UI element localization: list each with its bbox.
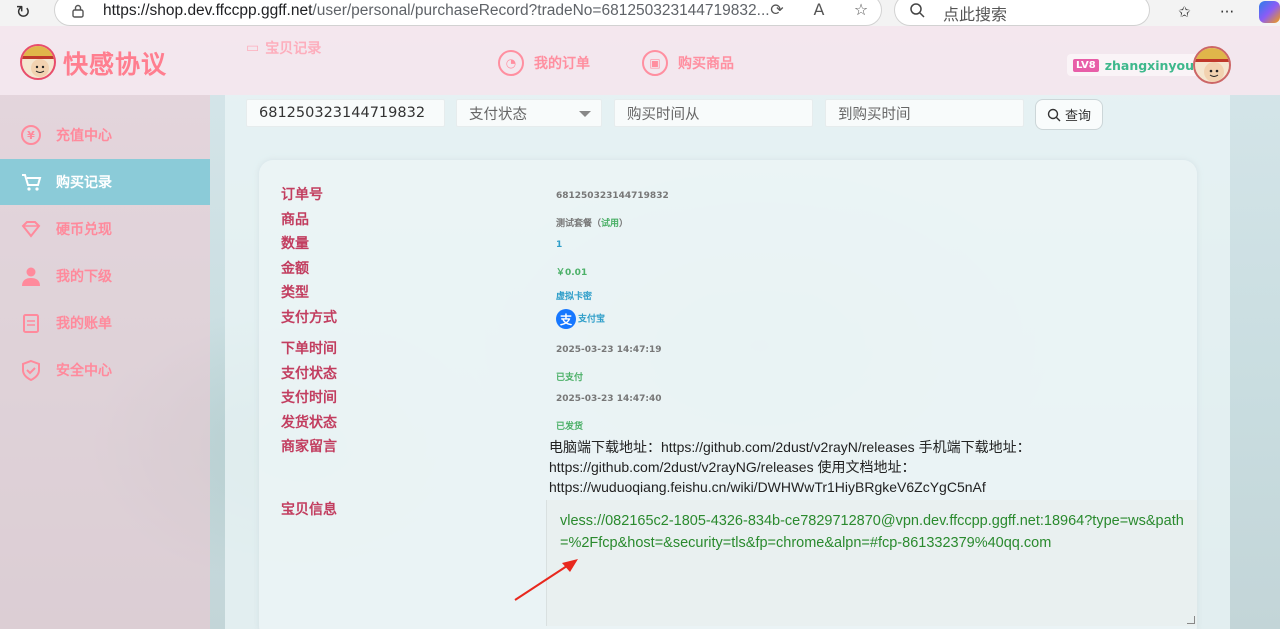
value-ship-status: 已发货 <box>556 422 584 432</box>
value-product: 测试套餐（试用） <box>556 219 629 229</box>
sidebar-item-security[interactable]: 安全中心 <box>0 347 210 393</box>
value-quantity: 1 <box>556 240 563 250</box>
sidebar-item-coin-exchange[interactable]: 硬币兑现 <box>0 206 210 252</box>
resize-handle-icon[interactable] <box>1187 616 1195 624</box>
level-badge: LV8 <box>1073 58 1099 72</box>
pay-status-select[interactable]: 支付状态 <box>456 99 602 127</box>
label-pay-status: 支付状态 <box>281 366 337 382</box>
item-info-textarea[interactable]: vless://082165c2-1805-4326-834b-ce782971… <box>546 500 1197 626</box>
copilot-icon[interactable] <box>1259 1 1280 23</box>
user-avatar[interactable] <box>1193 46 1231 84</box>
sidebar-item-purchase-records[interactable]: 购买记录 <box>0 159 210 205</box>
favorites-icon[interactable]: ✩ <box>1174 1 1195 23</box>
header-nav: ◔ 我的订单 ▣ 购买商品 <box>498 50 734 76</box>
merchant-message: 电脑端下载地址：https://github.com/2dust/v2rayN/… <box>549 439 1031 495</box>
label-merchant-message: 商家留言 <box>281 439 337 455</box>
label-quantity: 数量 <box>281 236 309 252</box>
user-icon <box>20 265 42 287</box>
annotation-arrow-icon <box>514 559 578 601</box>
item-info-text[interactable]: vless://082165c2-1805-4326-834b-ce782971… <box>560 510 1190 554</box>
clipboard-icon <box>20 312 42 334</box>
logo-avatar[interactable] <box>20 44 56 80</box>
label-ship-status: 发货状态 <box>281 415 337 431</box>
value-amount: ￥0.01 <box>556 268 588 278</box>
alipay-icon: 支 <box>556 309 576 329</box>
chevron-down-icon <box>579 111 591 117</box>
shop-icon: ▣ <box>642 50 668 76</box>
site-title[interactable]: 快感协议 <box>63 45 167 81</box>
trade-no-input[interactable]: 681250323144719832 <box>246 99 445 127</box>
address-bar[interactable]: https://shop.dev.ffccpp.ggff.net/user/pe… <box>54 0 882 26</box>
search-icon <box>910 3 925 18</box>
url-text[interactable]: https://shop.dev.ffccpp.ggff.net/user/pe… <box>103 2 770 20</box>
yen-icon: ¥ <box>20 124 42 146</box>
value-trade-no: 681250323144719832 <box>556 191 669 201</box>
search-icon <box>1047 108 1061 121</box>
read-aloud-icon[interactable]: A <box>809 0 829 19</box>
browser-search-box[interactable]: 点此搜索 <box>894 0 1150 26</box>
value-type: 虚拟卡密 <box>556 292 593 302</box>
sidebar-item-bills[interactable]: 我的账单 <box>0 300 210 346</box>
user-badge[interactable]: LV8 zhangxinyou <box>1067 54 1201 76</box>
card-icon: ▭ <box>246 40 260 56</box>
translate-icon[interactable]: ⟳ <box>767 0 787 19</box>
browser-toolbar: ↻ https://shop.dev.ffccpp.ggff.net/user/… <box>0 0 1280 26</box>
shield-icon <box>20 359 42 381</box>
label-trade-no: 订单号 <box>281 187 323 203</box>
main-content: 681250323144719832 支付状态 购买时间从 到购买时间 查询 订… <box>225 95 1230 629</box>
page-title-faint: ▭ 宝贝记录 <box>246 40 322 57</box>
value-pay-method: 支支付宝 <box>556 309 605 329</box>
order-icon: ◔ <box>498 50 524 76</box>
label-pay-time: 支付时间 <box>281 390 337 406</box>
value-order-time: 2025-03-23 14:47:19 <box>556 345 662 355</box>
label-pay-method: 支付方式 <box>281 310 337 326</box>
time-to-input[interactable]: 到购买时间 <box>825 99 1024 127</box>
query-button[interactable]: 查询 <box>1035 99 1103 130</box>
label-type: 类型 <box>281 285 309 301</box>
value-pay-status: 已支付 <box>556 373 584 383</box>
site-header: 快感协议 ▭ 宝贝记录 ◔ 我的订单 ▣ 购买商品 LV8 zhangxinyo… <box>0 26 1280 95</box>
label-amount: 金额 <box>281 261 309 277</box>
search-placeholder: 点此搜索 <box>943 5 1008 24</box>
time-from-input[interactable]: 购买时间从 <box>614 99 813 127</box>
label-product: 商品 <box>281 212 309 228</box>
svg-text:¥: ¥ <box>27 129 35 142</box>
label-order-time: 下单时间 <box>281 341 337 357</box>
more-icon[interactable]: ··· <box>1217 1 1238 23</box>
value-pay-time: 2025-03-23 14:47:40 <box>556 394 662 404</box>
username: zhangxinyou <box>1104 57 1195 73</box>
refresh-icon[interactable]: ↻ <box>10 0 36 24</box>
order-detail-card: 订单号 681250323144719832 商品 测试套餐（试用） 数量 1 … <box>259 160 1197 629</box>
cart-icon <box>20 171 42 193</box>
star-icon[interactable]: ☆ <box>851 0 871 19</box>
lock-icon[interactable] <box>71 4 85 18</box>
nav-buy-products[interactable]: ▣ 购买商品 <box>642 50 734 76</box>
diamond-icon <box>20 218 42 240</box>
sidebar-item-recharge[interactable]: ¥ 充值中心 <box>0 112 210 158</box>
nav-my-orders[interactable]: ◔ 我的订单 <box>498 50 590 76</box>
sidebar-item-subordinates[interactable]: 我的下级 <box>0 253 210 299</box>
label-item-info: 宝贝信息 <box>281 502 337 518</box>
sidebar: ¥ 充值中心 购买记录 硬币兑现 我的下级 我的账单 安全中心 <box>0 95 210 629</box>
